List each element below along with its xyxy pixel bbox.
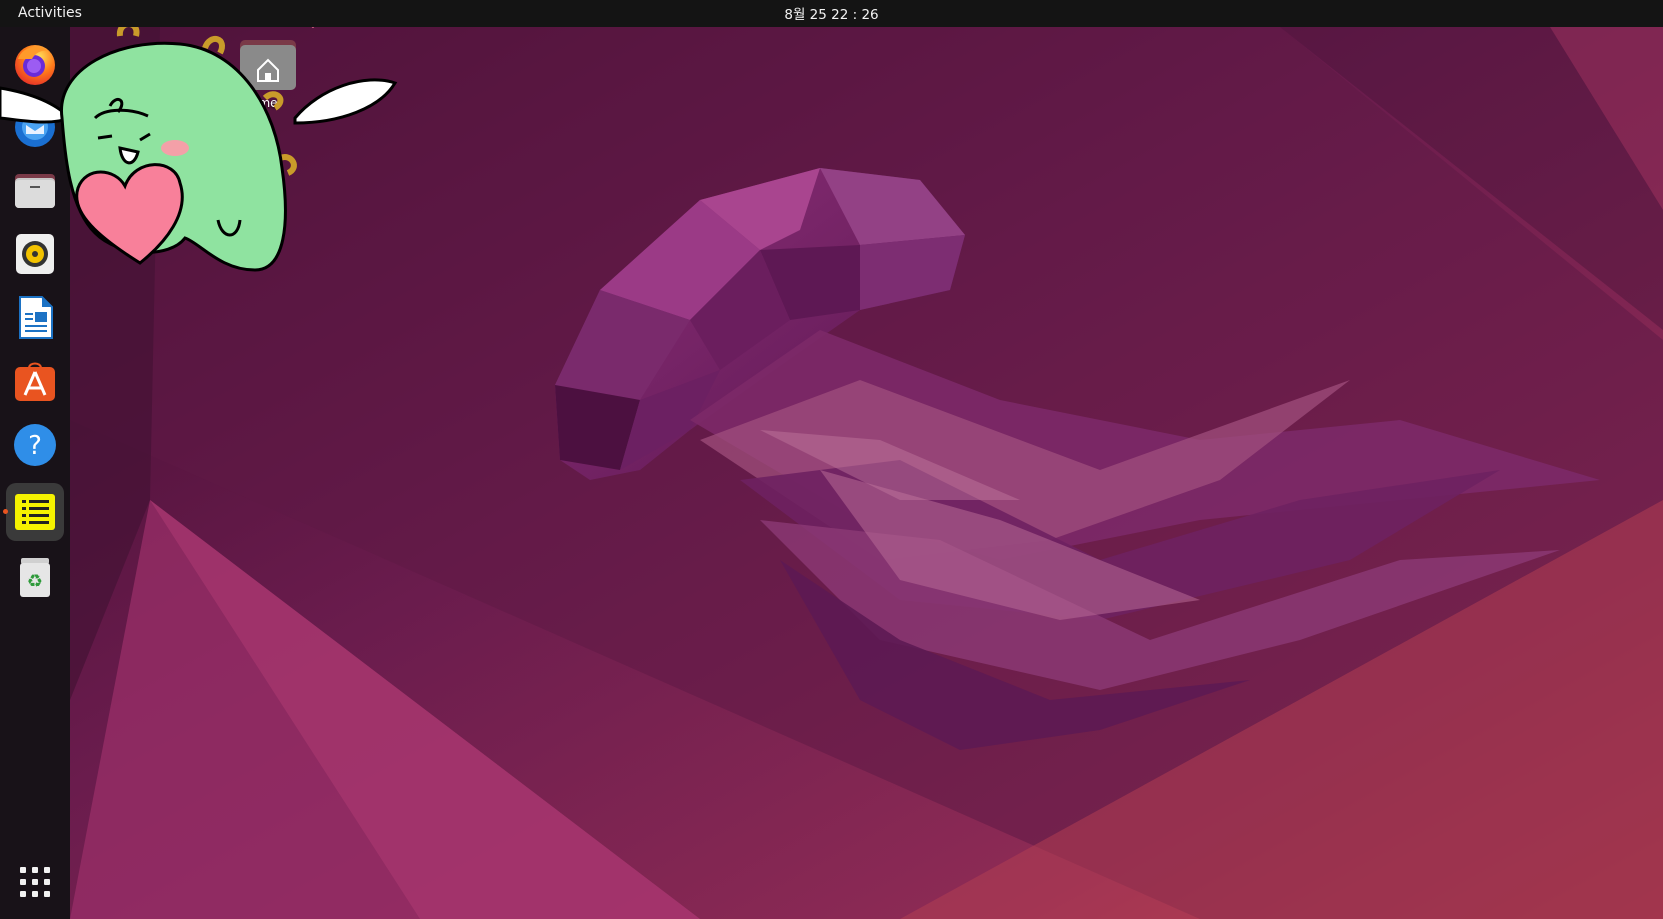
dock-item-writer[interactable] (6, 288, 64, 346)
dock-item-software[interactable] (6, 352, 64, 410)
top-bar: Activities 8월 25 22 : 26 (0, 0, 1663, 27)
dock-item-help[interactable]: ? (6, 416, 64, 474)
clock[interactable]: 8월 25 22 : 26 (0, 0, 1663, 27)
app-grid-icon (20, 867, 50, 897)
desktop-screen: Activities 8월 25 22 : 26 ? ♻ me (0, 0, 1663, 919)
ghost-sticker-image (0, 8, 398, 272)
trash-icon: ♻ (20, 558, 50, 597)
running-indicator (3, 509, 8, 514)
notes-icon (15, 494, 55, 530)
writer-icon (19, 296, 53, 339)
dock-item-notes[interactable] (3, 483, 64, 541)
dock-item-trash[interactable]: ♻ (6, 548, 64, 606)
svg-text:?: ? (28, 431, 42, 461)
help-icon: ? (14, 424, 56, 466)
software-store-icon (15, 362, 55, 401)
svg-text:♻: ♻ (27, 571, 43, 592)
show-applications-button[interactable] (6, 853, 64, 911)
